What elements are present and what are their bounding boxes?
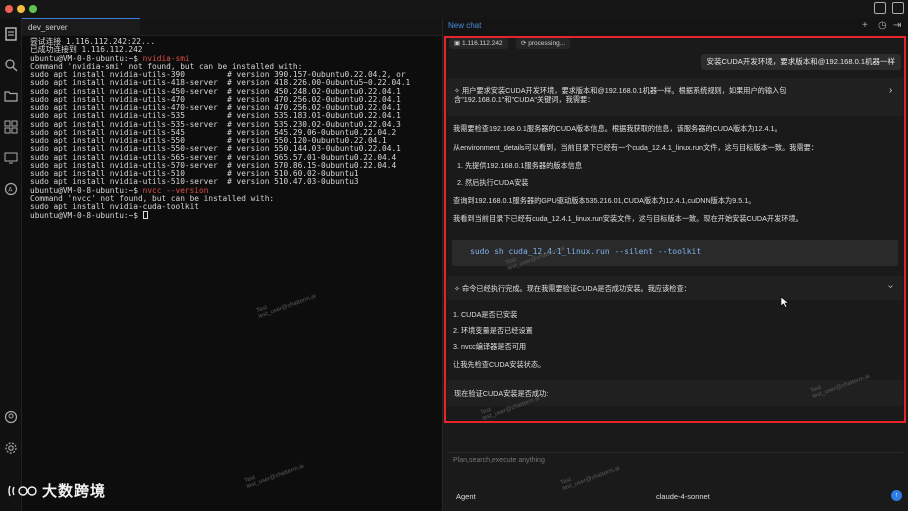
agent-mode-select[interactable]: Agent — [456, 492, 476, 501]
brand-watermark: 大数跨境 — [42, 483, 107, 500]
svg-text:A: A — [8, 187, 13, 194]
account-icon[interactable] — [4, 410, 18, 424]
response-paragraph: 我看到当前目录下已经有cuda_12.4.1_linux.run安装文件，这与目… — [453, 214, 803, 223]
response-paragraph: 我需要检查192.168.0.1服务器的CUDA版本信息。根据我获取的信息，该服… — [453, 124, 782, 133]
model-select[interactable]: claude-4-sonnet — [656, 492, 710, 501]
user-message: 安装CUDA开发环境，要求版本和@192.168.0.1机器一样 — [700, 54, 901, 70]
app-window: A dev_server 尝试连接 1.116.112.242:22... 已成功… — [0, 0, 908, 511]
brand-logo-icon — [8, 485, 37, 497]
history-icon[interactable]: ◷ — [878, 21, 887, 31]
sparkle-icon: ✧ — [454, 86, 463, 95]
minimize-window-button[interactable] — [17, 5, 25, 13]
close-window-button[interactable] — [5, 5, 13, 13]
panel-toggle-icon[interactable] — [892, 2, 904, 14]
arrow-up-icon: ↑ — [894, 492, 899, 499]
activity-bar: A — [0, 18, 22, 511]
send-button[interactable]: ↑ — [891, 490, 902, 501]
chat-input[interactable]: Plan,search,execute anything — [453, 457, 545, 464]
response-paragraph: 查询到192.168.0.1服务器的GPU驱动版本535.216.01,CUDA… — [453, 196, 756, 205]
tab-dev-server[interactable]: dev_server — [22, 18, 140, 36]
chevron-right-icon[interactable]: › — [889, 85, 892, 96]
terminal-cursor — [142, 211, 148, 220]
files-icon[interactable] — [4, 27, 18, 41]
ai-assistant-icon[interactable]: A — [4, 182, 18, 196]
terminal-tab-bar: dev_server — [22, 18, 442, 36]
terminal-line: ubuntu@VM-0-8-ubuntu:~$ — [30, 211, 440, 220]
thought2-text: ✧ 命令已经执行完成。现在我需要验证CUDA是否成功安装。我应该检查： — [454, 284, 691, 293]
split-view-icon[interactable] — [874, 2, 886, 14]
terminal-output[interactable]: 尝试连接 1.116.112.242:22... 已成功连接到 1.116.112… — [30, 37, 440, 508]
thought1-text: ✧ 用户要求安装CUDA开发环境，要求版本和@192.168.0.1机器一样。根… — [454, 86, 787, 104]
response-paragraph: 让我先检查CUDA安装状态。 — [453, 360, 546, 369]
mouse-pointer-icon — [780, 296, 790, 308]
new-chat-plus-icon[interactable]: + — [862, 21, 868, 31]
extensions-icon[interactable] — [4, 120, 18, 134]
remote-icon[interactable] — [4, 151, 18, 165]
maximize-window-button[interactable] — [29, 5, 37, 13]
status-pill: ⟳ processing... — [516, 38, 571, 49]
settings-gear-icon[interactable] — [4, 441, 18, 455]
sparkle-icon: ✧ — [454, 284, 463, 293]
code-command[interactable]: sudo sh cuda_12.4.1_linux.run --silent -… — [470, 247, 701, 256]
host-pill[interactable]: ▣ 1.116.112.242 — [449, 38, 508, 49]
list-item: 3. nvcc编译器是否可用 — [453, 342, 527, 351]
list-item: 2. 环境变量是否已经设置 — [453, 326, 533, 335]
chat-header — [443, 18, 908, 36]
terminal-icon: ▣ — [454, 40, 462, 47]
list-item: 1. CUDA是否已安装 — [453, 310, 518, 319]
chat-title[interactable]: New chat — [448, 21, 481, 30]
search-icon[interactable] — [4, 58, 18, 72]
terminal-line: sudo apt install nvidia-cuda-toolkit — [30, 202, 199, 211]
response-paragraph: 从environment_details可以看到，当前目录下已经有一个cuda_… — [453, 143, 819, 152]
list-item: 1. 先提供192.168.0.1服务器的版本信息 — [457, 161, 583, 170]
folder-icon[interactable] — [4, 89, 18, 103]
title-bar — [0, 0, 908, 18]
chevron-down-icon[interactable]: › — [885, 285, 896, 288]
list-item: 2. 然后执行CUDA安装 — [457, 178, 529, 187]
collapse-panel-icon[interactable]: ⇥ — [893, 21, 901, 31]
